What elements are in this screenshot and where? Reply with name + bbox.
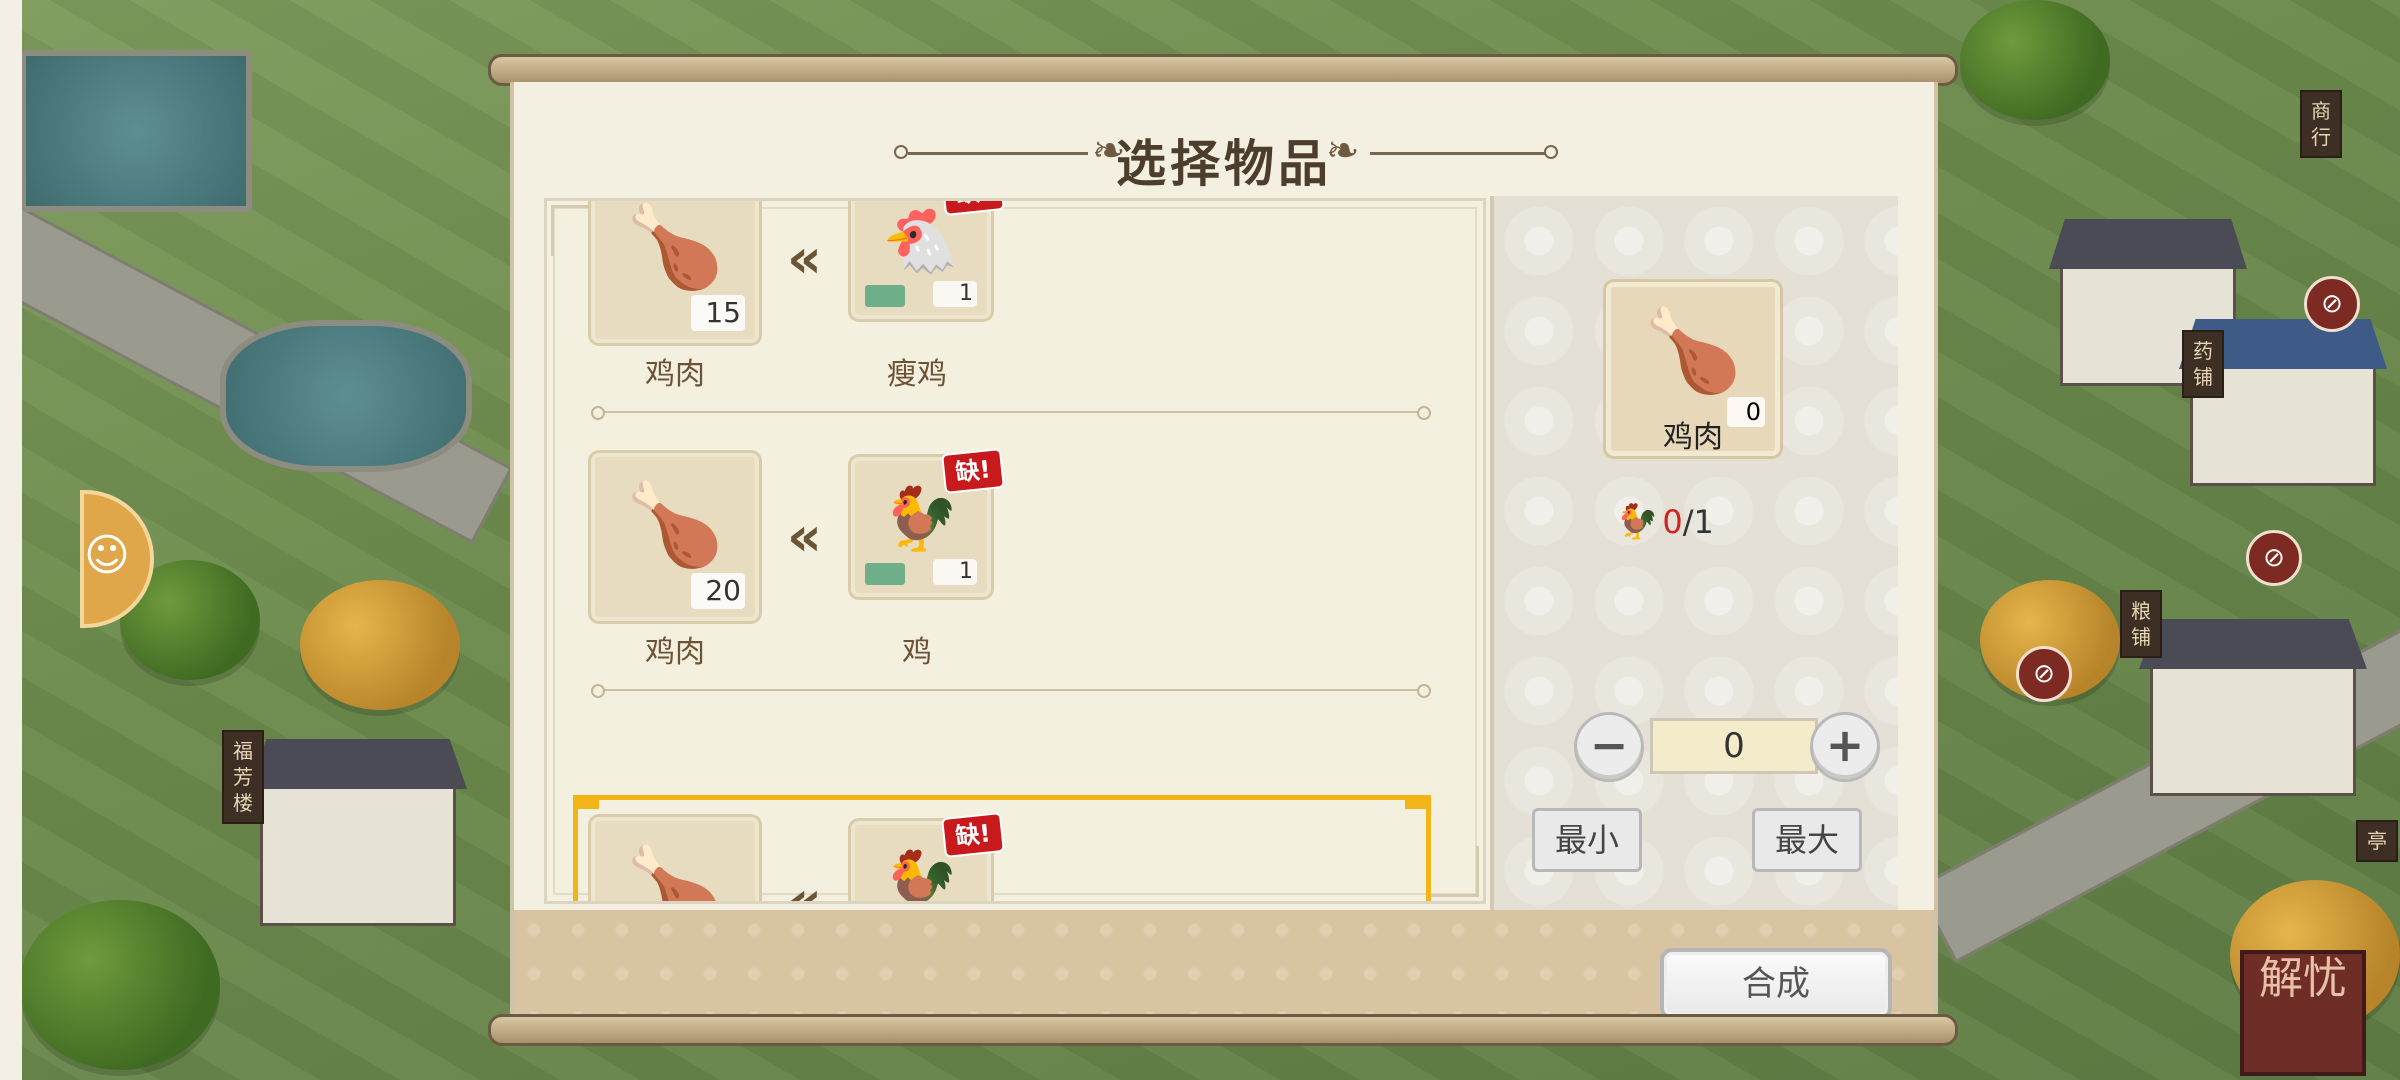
quantity-stepper: − 0 + (1574, 712, 1880, 782)
side-menu-icon: ☺ (84, 530, 130, 581)
rooster-icon: 🐓 (1616, 502, 1659, 542)
shortage-badge: 缺! (941, 811, 1005, 859)
shortage-badge: 缺! (941, 447, 1005, 495)
product-qty: 15 (691, 295, 745, 331)
pond (220, 320, 472, 472)
ingredient-progress (865, 285, 905, 307)
shop-sign: 药铺 (2182, 330, 2224, 398)
alert-badge-icon[interactable]: ⊘ (2246, 530, 2302, 586)
roast-chicken-icon: 🍗 (1643, 304, 1743, 397)
tree (300, 580, 460, 710)
swirl-icon: ❧ (1326, 128, 1360, 174)
dialog-title: 选择物品 (1116, 134, 1332, 193)
roast-chicken-icon: 🍗 (625, 842, 725, 904)
tree (20, 900, 220, 1070)
frame-corner (1405, 795, 1431, 809)
ingredient-qty: 1 (933, 281, 977, 307)
select-item-dialog: ❦ ❧ 选择物品 ❧ 🍗 15 « 🐔 (488, 54, 1958, 1046)
ingredient-progress (865, 563, 905, 585)
shop-sign: 粮铺 (2120, 590, 2162, 658)
product-name: 鸡肉 (645, 357, 705, 392)
row-divider (591, 684, 1431, 698)
increase-button[interactable]: + (1810, 712, 1880, 782)
dialog-paper: ❧ 选择物品 ❧ 🍗 15 « 🐔 1 缺! (510, 82, 1938, 1020)
alert-badge-icon[interactable]: ⊘ (2016, 646, 2072, 702)
chevron-left-icon: « (787, 227, 822, 290)
chevron-left-icon: « (787, 869, 822, 904)
frame-corner (573, 795, 599, 809)
frame-corner (1428, 846, 1479, 897)
requirement-have: 0 (1662, 503, 1683, 541)
jieyou-stamp-button[interactable]: 解忧 (2240, 950, 2366, 1076)
ingredient-name: 瘦鸡 (887, 357, 947, 392)
selected-item-name: 鸡肉 (1663, 420, 1723, 455)
product-name: 鸡肉 (645, 635, 705, 670)
requirement-row: 🐓 0/1 (1616, 500, 1714, 544)
item-detail-panel: 🍗 0 鸡肉 🐓 0/1 − 0 + 最小 最大 (1490, 196, 1898, 910)
decrease-button[interactable]: − (1574, 712, 1644, 782)
product-tile[interactable]: 🍗 20 (591, 453, 759, 621)
ingredient-tile[interactable]: 🐓 缺! (851, 811, 1005, 901)
product-tile[interactable]: 🍗 (591, 817, 759, 904)
dialog-title-bar: ❧ 选择物品 ❧ (514, 120, 1934, 193)
ingredient-qty: 1 (933, 559, 977, 585)
min-button[interactable]: 最小 (1532, 808, 1642, 872)
building[interactable] (2139, 619, 2367, 796)
title-ornament (1544, 145, 1558, 159)
ingredient-tile[interactable]: 🐔 1 缺! (851, 201, 1005, 319)
requirement-need: /1 (1682, 503, 1714, 541)
scroll-roller-bottom (488, 1014, 1958, 1046)
pond (20, 50, 252, 212)
roast-chicken-icon: 🍗 (625, 478, 725, 571)
alert-badge-icon[interactable]: ⊘ (2304, 276, 2360, 332)
quantity-field[interactable]: 0 (1650, 718, 1818, 774)
roast-chicken-icon: 🍗 (625, 200, 725, 293)
title-ornament (1370, 152, 1550, 155)
building[interactable] (249, 739, 467, 926)
row-divider (591, 406, 1431, 420)
recipe-row[interactable]: 🍗 « 🐓 缺! (591, 811, 1431, 904)
ingredient-tile[interactable]: 🐓 1 缺! (851, 447, 1005, 597)
product-qty: 20 (691, 573, 745, 609)
shop-sign: 福芳楼 (222, 730, 264, 824)
compose-button[interactable]: 合成 (1660, 948, 1892, 1020)
tree (1960, 0, 2110, 120)
shop-sign: 商行 (2300, 90, 2342, 158)
screen-edge (0, 0, 22, 1080)
ingredient-name: 鸡 (902, 635, 932, 670)
recipe-row[interactable]: 🍗 15 « 🐔 1 缺! 鸡肉 瘦鸡 (591, 200, 1431, 425)
max-button[interactable]: 最大 (1752, 808, 1862, 872)
recipe-row[interactable]: 🍗 20 « 🐓 1 缺! 鸡肉 鸡 (591, 447, 1431, 703)
shop-sign: 亭 (2356, 820, 2398, 862)
recipe-list[interactable]: 🍗 15 « 🐔 1 缺! 鸡肉 瘦鸡 🍗 20 (544, 198, 1486, 904)
chevron-left-icon: « (787, 505, 822, 568)
product-tile[interactable]: 🍗 15 (591, 200, 759, 343)
